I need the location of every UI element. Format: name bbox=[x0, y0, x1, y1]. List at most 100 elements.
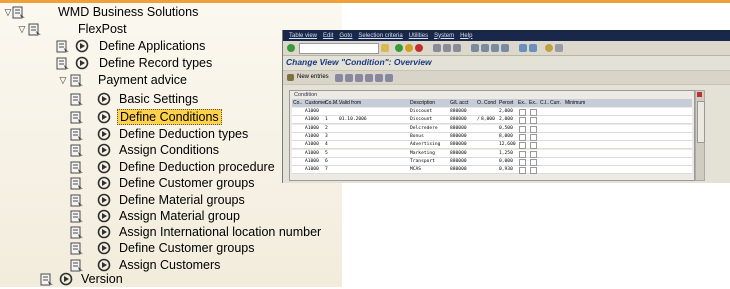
delete-icon[interactable] bbox=[345, 74, 353, 82]
exclude-checkbox[interactable] bbox=[530, 125, 537, 133]
exclude-checkbox[interactable] bbox=[530, 133, 537, 141]
back-icon[interactable] bbox=[395, 44, 403, 52]
table-scrollbar[interactable] bbox=[695, 90, 705, 181]
documentation-icon[interactable] bbox=[70, 127, 84, 141]
execute-icon[interactable] bbox=[97, 258, 111, 272]
tree-node[interactable]: Assign International location number bbox=[0, 224, 342, 240]
table-cell-gl[interactable]: 880000 bbox=[450, 150, 467, 157]
save-icon[interactable] bbox=[381, 44, 389, 52]
table-cell-gl[interactable]: 880000 bbox=[450, 125, 467, 132]
execute-icon[interactable] bbox=[97, 92, 111, 106]
table-cell-percent[interactable]: 0,930 bbox=[499, 166, 513, 173]
expand-toggle-icon[interactable]: ▽ bbox=[17, 24, 27, 35]
table-cell-amount[interactable]: 8,000 bbox=[481, 116, 495, 123]
table-cell-cond[interactable]: 7 bbox=[325, 166, 328, 173]
execute-icon[interactable] bbox=[97, 127, 111, 141]
documentation-icon[interactable] bbox=[70, 176, 84, 190]
table-cell-o[interactable]: / bbox=[477, 116, 480, 123]
execute-icon[interactable] bbox=[75, 39, 89, 53]
table-cell-percent[interactable]: 12,600 bbox=[499, 141, 516, 148]
column-header[interactable]: I.. bbox=[545, 99, 549, 107]
table-cell-customer[interactable]: A1000 bbox=[305, 125, 319, 132]
table-cell-customer[interactable]: A1000 bbox=[305, 166, 319, 173]
column-header[interactable]: Ex.. bbox=[518, 99, 527, 107]
table-cell-cond[interactable]: 3 bbox=[325, 133, 328, 140]
execute-icon[interactable] bbox=[97, 176, 111, 190]
exclude-checkbox[interactable] bbox=[519, 158, 526, 166]
documentation-icon[interactable] bbox=[70, 160, 84, 174]
help-icon[interactable] bbox=[545, 44, 553, 52]
copy-icon[interactable] bbox=[335, 74, 343, 82]
select-all-icon[interactable] bbox=[365, 74, 373, 82]
table-cell-percent[interactable]: 1,250 bbox=[499, 150, 513, 157]
execute-icon[interactable] bbox=[97, 110, 111, 124]
documentation-icon[interactable] bbox=[56, 56, 70, 70]
column-header[interactable]: Minimum bbox=[565, 99, 585, 107]
tree-node-label[interactable]: WMD Business Solutions bbox=[58, 4, 198, 20]
column-header[interactable]: Co.. bbox=[293, 99, 302, 107]
tree-node-label[interactable]: Define Record types bbox=[99, 55, 212, 71]
table-cell-desc[interactable]: Discount bbox=[410, 108, 432, 115]
documentation-icon[interactable] bbox=[70, 92, 84, 106]
new-session-icon[interactable] bbox=[519, 44, 527, 52]
scroll-up-icon[interactable] bbox=[697, 92, 702, 97]
exclude-checkbox[interactable] bbox=[519, 167, 526, 175]
column-header[interactable]: Description bbox=[410, 99, 435, 107]
table-cell-gl[interactable]: 880000 bbox=[450, 141, 467, 148]
table-row[interactable]: A1000 3 Bonus 880000 8,000 bbox=[292, 132, 692, 141]
select-block-icon[interactable] bbox=[375, 74, 383, 82]
print-icon[interactable] bbox=[433, 44, 441, 52]
table-cell-cond[interactable]: 4 bbox=[325, 141, 328, 148]
last-page-icon[interactable] bbox=[501, 44, 509, 52]
undo-icon[interactable] bbox=[355, 74, 363, 82]
table-row[interactable]: A1000 6 Transport 880000 0,000 bbox=[292, 157, 692, 166]
column-header[interactable]: Valid from bbox=[339, 99, 361, 107]
table-cell-gl[interactable]: 880000 bbox=[450, 166, 467, 173]
table-cell-customer[interactable]: A1000 bbox=[305, 141, 319, 148]
table-row[interactable]: A1000 Discount 880000 2,000 bbox=[292, 108, 692, 116]
menu-item[interactable]: Selection criteria bbox=[358, 33, 402, 39]
documentation-icon[interactable] bbox=[70, 73, 84, 87]
table-cell-cond[interactable]: 2 bbox=[325, 125, 328, 132]
documentation-icon[interactable] bbox=[70, 143, 84, 157]
execute-icon[interactable] bbox=[59, 272, 73, 286]
tree-node-label[interactable]: Basic Settings bbox=[119, 91, 198, 107]
execute-icon[interactable] bbox=[97, 160, 111, 174]
tree-node-label[interactable]: Version bbox=[81, 271, 123, 287]
tree-node[interactable]: ▽ WMD Business Solutions bbox=[0, 4, 342, 20]
table-cell-desc[interactable]: MCAS bbox=[410, 166, 421, 173]
command-field[interactable] bbox=[299, 43, 379, 54]
table-cell-valid-from[interactable]: 01.10.2006 bbox=[339, 116, 367, 123]
table-row[interactable]: A1000 1 01.10.2006 Discount 880000 /8,000 2,00… bbox=[292, 116, 692, 125]
find-next-icon[interactable] bbox=[453, 44, 461, 52]
column-header[interactable]: Ex.. bbox=[529, 99, 538, 107]
documentation-icon[interactable] bbox=[70, 225, 84, 239]
tree-node-label[interactable]: Define Applications bbox=[99, 38, 205, 54]
find-icon[interactable] bbox=[443, 44, 451, 52]
table-cell-customer[interactable]: A1000 bbox=[305, 108, 319, 115]
table-cell-cond[interactable]: 6 bbox=[325, 158, 328, 165]
tree-node-label[interactable]: Define Deduction types bbox=[119, 126, 248, 142]
execute-icon[interactable] bbox=[97, 143, 111, 157]
table-cell-desc[interactable]: Discount bbox=[410, 116, 432, 123]
tree-node[interactable]: Define Material groups bbox=[0, 192, 342, 208]
documentation-icon[interactable] bbox=[40, 272, 54, 286]
table-cell-percent[interactable]: 0,500 bbox=[499, 125, 513, 132]
tree-node-label[interactable]: FlexPost bbox=[78, 21, 127, 37]
table-row[interactable]: A1000 5 Marketing 880000 1,250 bbox=[292, 149, 692, 158]
exclude-checkbox[interactable] bbox=[519, 125, 526, 133]
table-cell-cond[interactable]: 1 bbox=[325, 116, 328, 123]
exclude-checkbox[interactable] bbox=[519, 109, 526, 116]
tree-node-label[interactable]: Assign International location number bbox=[119, 224, 321, 240]
tree-node[interactable]: Define Customer groups bbox=[0, 240, 342, 256]
tree-node-label[interactable]: Assign Material group bbox=[119, 208, 240, 224]
execute-icon[interactable] bbox=[97, 193, 111, 207]
table-cell-desc[interactable]: Marketing bbox=[410, 150, 435, 157]
exclude-checkbox[interactable] bbox=[530, 150, 537, 158]
table-cell-desc[interactable]: Bonus bbox=[410, 133, 424, 140]
table-cell-desc[interactable]: Transport bbox=[410, 158, 435, 165]
exclude-checkbox[interactable] bbox=[519, 142, 526, 150]
column-header[interactable]: Cond bbox=[484, 99, 496, 107]
menu-item[interactable]: Utilities bbox=[409, 33, 428, 39]
exit-icon[interactable] bbox=[405, 44, 413, 52]
